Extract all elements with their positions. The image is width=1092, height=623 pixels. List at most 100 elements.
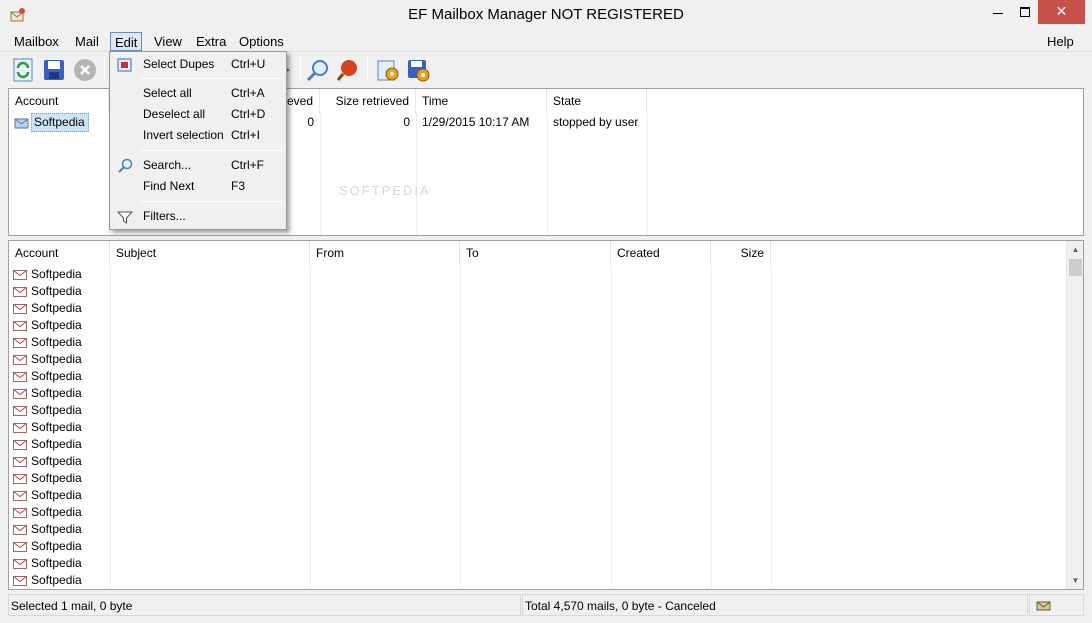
close-button[interactable]: ✕ [1038, 0, 1085, 24]
menu-shortcut: F3 [231, 179, 246, 193]
mail-row[interactable]: Softpedia [13, 300, 82, 317]
status-bar: Selected 1 mail, 0 byte Total 4,570 mail… [0, 594, 1092, 623]
minimize-button[interactable] [984, 0, 1011, 24]
paint-button[interactable] [334, 56, 362, 84]
col-header-size[interactable]: Size [711, 241, 771, 265]
col-header-subject[interactable]: Subject [110, 241, 310, 265]
account-name: Softpedia [31, 113, 89, 132]
menu-item-select-all[interactable]: Select all Ctrl+A [112, 83, 284, 104]
col-header-state[interactable]: State [547, 89, 647, 113]
menu-shortcut: Ctrl+A [231, 86, 265, 100]
envelope-icon [13, 456, 27, 467]
paint-icon [336, 60, 357, 81]
stop-button[interactable] [71, 56, 99, 84]
menu-item-deselect-all[interactable]: Deselect all Ctrl+D [112, 104, 284, 125]
select-dupes-icon [117, 58, 132, 72]
menu-mail[interactable]: Mail [71, 32, 103, 51]
mail-row[interactable]: Softpedia [13, 470, 82, 487]
envelope-icon [13, 473, 27, 484]
mail-row[interactable]: Softpedia [13, 572, 82, 589]
col-header-to[interactable]: To [460, 241, 611, 265]
menu-item-search[interactable]: Search... Ctrl+F [112, 155, 284, 176]
mail-account: Softpedia [31, 420, 82, 434]
col-header-created[interactable]: Created [611, 241, 711, 265]
mail-row[interactable]: Softpedia [13, 419, 82, 436]
watermark: SOFTPEDIA [339, 183, 431, 198]
settings-button[interactable] [374, 56, 402, 84]
mail-account: Softpedia [31, 403, 82, 417]
magnifier-icon [118, 158, 133, 173]
mail-row[interactable]: Softpedia [13, 317, 82, 334]
mail-row[interactable]: Softpedia [13, 266, 82, 283]
mail-account: Softpedia [31, 556, 82, 570]
menu-view[interactable]: View [150, 32, 186, 51]
edit-menu-dropdown: Select Dupes Ctrl+U Select all Ctrl+A De… [109, 51, 287, 230]
mail-account: Softpedia [31, 301, 82, 315]
envelope-icon [13, 439, 27, 450]
mail-row[interactable]: Softpedia [13, 555, 82, 572]
envelope-icon [13, 405, 27, 416]
menu-edit[interactable]: Edit [110, 32, 143, 51]
filter-icon [117, 211, 133, 224]
col-header-account[interactable]: Account [9, 241, 110, 265]
mailbox-icon [14, 118, 29, 128]
col-header-account[interactable]: Account [9, 89, 109, 113]
mail-row[interactable]: Softpedia [13, 368, 82, 385]
envelope-icon [13, 320, 27, 331]
mail-account: Softpedia [31, 522, 82, 536]
mail-account: Softpedia [31, 386, 82, 400]
mail-row[interactable]: Softpedia [13, 453, 82, 470]
menu-item-filters[interactable]: Filters... [112, 206, 284, 227]
mail-list-table: Account Subject From To Created Size Sof… [8, 240, 1084, 590]
search-button[interactable] [304, 56, 332, 84]
mail-row[interactable]: Softpedia [13, 351, 82, 368]
menu-mailbox[interactable]: Mailbox [10, 32, 63, 51]
menu-item-find-next[interactable]: Find Next F3 [112, 176, 284, 197]
mail-row[interactable]: Softpedia [13, 385, 82, 402]
menu-extra[interactable]: Extra [192, 32, 230, 51]
mail-row[interactable]: Softpedia [13, 402, 82, 419]
menu-item-select-dupes[interactable]: Select Dupes Ctrl+U [112, 54, 284, 75]
time-value: 1/29/2015 10:17 AM [422, 115, 530, 129]
save-button[interactable] [40, 56, 68, 84]
col-header-size-retrieved[interactable]: Size retrieved [320, 89, 416, 113]
mail-row[interactable]: Softpedia [13, 283, 82, 300]
account-row[interactable]: Softpedia [14, 113, 89, 132]
menu-help[interactable]: Help [1043, 32, 1078, 51]
envelope-icon [13, 541, 27, 552]
scroll-thumb[interactable] [1069, 259, 1082, 276]
stop-icon [74, 59, 96, 81]
mail-row[interactable]: Softpedia [13, 487, 82, 504]
title-bar: EF Mailbox Manager NOT REGISTERED ✕ [0, 0, 1092, 31]
envelope-icon [13, 286, 27, 297]
col-header-from[interactable]: From [310, 241, 460, 265]
status-icon-panel [1029, 594, 1084, 616]
mail-row[interactable]: Softpedia [13, 538, 82, 555]
refresh-icon [13, 58, 33, 82]
menu-options[interactable]: Options [235, 32, 288, 51]
mail-row[interactable]: Softpedia [13, 436, 82, 453]
envelope-icon [13, 490, 27, 501]
menu-bar: Mailbox Mail Edit View Extra Options Hel… [0, 31, 1092, 52]
scroll-down-arrow-icon[interactable]: ▼ [1067, 572, 1084, 589]
mail-account: Softpedia [31, 488, 82, 502]
status-selected: Selected 1 mail, 0 byte [8, 594, 521, 616]
mail-account: Softpedia [31, 318, 82, 332]
maximize-button[interactable] [1011, 0, 1038, 24]
menu-shortcut: Ctrl+D [231, 107, 266, 121]
envelope-icon [13, 507, 27, 518]
mail-account: Softpedia [31, 539, 82, 553]
minimize-icon [992, 13, 1003, 14]
vertical-scrollbar[interactable]: ▲ ▼ [1066, 241, 1083, 589]
refresh-button[interactable] [9, 56, 37, 84]
col-header-time[interactable]: Time [416, 89, 547, 113]
connection-icon [1036, 601, 1051, 611]
save-settings-button[interactable] [404, 56, 432, 84]
mail-row[interactable]: Softpedia [13, 504, 82, 521]
menu-shortcut: Ctrl+U [231, 57, 266, 71]
mail-row[interactable]: Softpedia [13, 334, 82, 351]
envelope-icon [13, 558, 27, 569]
menu-item-invert-selection[interactable]: Invert selection Ctrl+I [112, 125, 284, 146]
scroll-up-arrow-icon[interactable]: ▲ [1067, 241, 1084, 258]
mail-row[interactable]: Softpedia [13, 521, 82, 538]
